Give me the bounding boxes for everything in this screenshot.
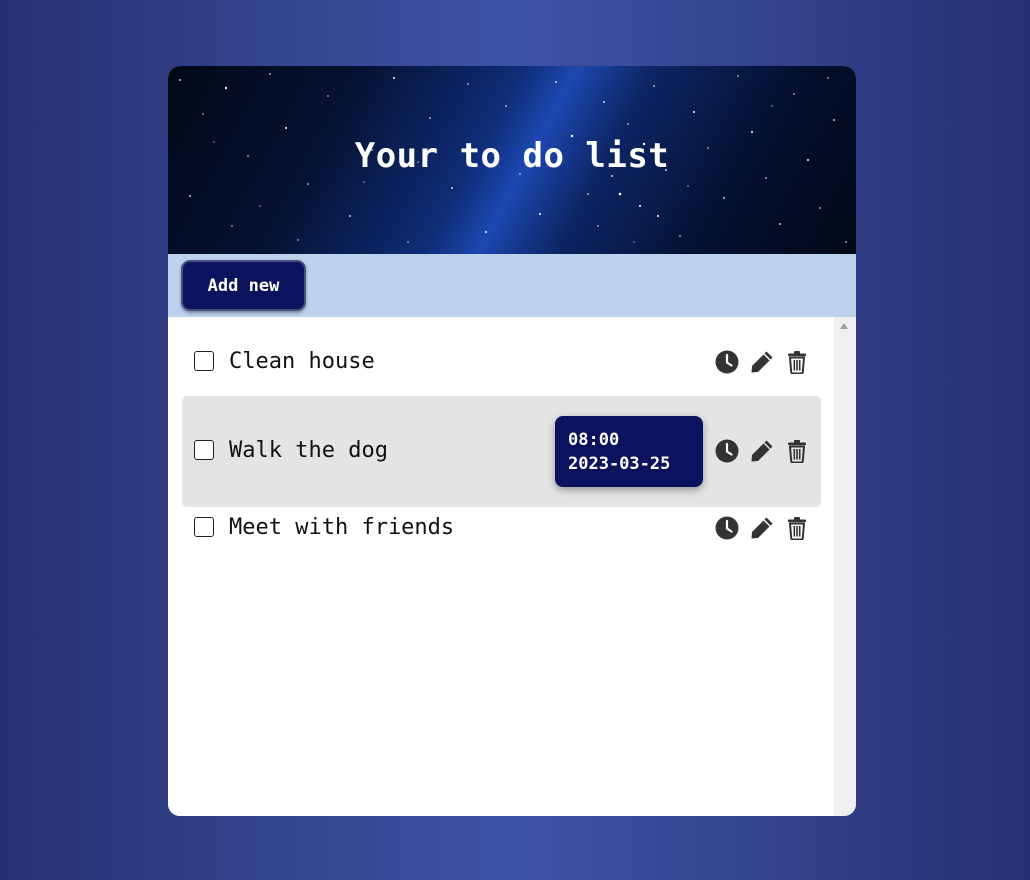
pencil-icon[interactable] — [750, 516, 774, 540]
trash-icon[interactable] — [785, 516, 809, 540]
item-checkbox[interactable] — [194, 351, 214, 371]
item-label: Walk the dog — [229, 438, 388, 463]
page-title: Your to do list — [354, 136, 670, 176]
item-label: Clean house — [229, 349, 375, 374]
header-banner: Your to do list — [168, 66, 856, 254]
todo-list: Clean house Walk the dog 08:00 2023-03-2… — [168, 317, 834, 816]
toolbar: Add new — [168, 254, 856, 317]
clock-icon[interactable] — [715, 350, 739, 374]
pencil-icon[interactable] — [750, 439, 774, 463]
clock-icon[interactable] — [715, 439, 739, 463]
item-checkbox[interactable] — [194, 440, 214, 460]
trash-icon[interactable] — [785, 350, 809, 374]
tooltip-date: 2023-03-25 — [568, 454, 671, 474]
add-new-button[interactable]: Add new — [181, 260, 306, 311]
trash-icon[interactable] — [785, 439, 809, 463]
item-label: Meet with friends — [229, 515, 455, 540]
list-scrollbar[interactable] — [834, 317, 856, 816]
item-checkbox[interactable] — [194, 517, 214, 537]
todo-card: Your to do list Add new Clean house Walk… — [168, 66, 856, 816]
list-item: Walk the dog 08:00 2023-03-25 — [182, 396, 821, 507]
pencil-icon[interactable] — [750, 350, 774, 374]
clock-icon[interactable] — [715, 516, 739, 540]
list-item: Clean house — [182, 317, 821, 406]
schedule-tooltip: 08:00 2023-03-25 — [555, 416, 703, 487]
tooltip-time: 08:00 — [568, 430, 620, 450]
list-item: Meet with friends — [182, 507, 821, 575]
scroll-up-arrow-icon[interactable] — [840, 323, 848, 329]
